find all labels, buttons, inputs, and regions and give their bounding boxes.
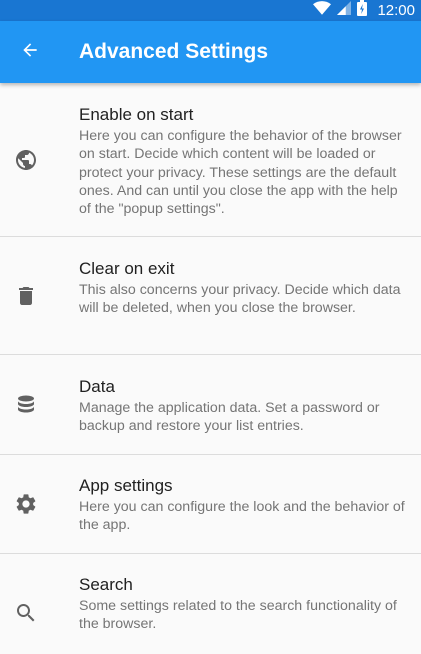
wifi-icon [313,1,332,20]
app-bar: Advanced Settings [0,21,421,83]
page-title: Advanced Settings [79,40,269,63]
settings-list: Enable on start Here you can configure t… [0,83,421,654]
item-title: Data [79,377,115,396]
settings-item-app-settings[interactable]: App settings Here you can configure the … [0,455,421,554]
settings-item-enable-on-start[interactable]: Enable on start Here you can configure t… [0,83,421,237]
status-icons: 12:00 [313,0,415,21]
settings-item-data[interactable]: Data Manage the application data. Set a … [0,355,421,455]
item-title: Search [79,575,133,594]
item-description: Some settings related to the search func… [79,598,397,633]
item-text: Search Some settings related to the sear… [79,574,411,634]
database-icon [14,393,38,417]
item-text: Data Manage the application data. Set a … [79,376,411,436]
item-description: Here you can configure the look and the … [79,499,405,534]
status-time: 12:00 [377,2,415,19]
trash-icon [14,284,38,308]
status-bar: 12:00 [0,0,421,21]
battery-icon [357,0,368,21]
globe-icon [14,148,38,172]
item-title: App settings [79,476,173,495]
item-text: App settings Here you can configure the … [79,475,411,535]
settings-item-clear-on-exit[interactable]: Clear on exit This also concerns your pr… [0,237,421,355]
item-title: Clear on exit [79,259,175,278]
back-button[interactable] [10,32,50,72]
gear-icon [14,492,38,516]
item-description: Here you can configure the behavior of t… [79,128,402,218]
cell-signal-icon [337,1,352,20]
item-description: This also concerns your privacy. Decide … [79,282,401,317]
item-title: Enable on start [79,105,194,124]
settings-item-search[interactable]: Search Some settings related to the sear… [0,554,421,654]
item-text: Enable on start Here you can configure t… [79,104,411,218]
item-text: Clear on exit This also concerns your pr… [79,258,411,318]
item-description: Manage the application data. Set a passw… [79,400,380,435]
arrow-back-icon [20,40,40,65]
search-icon [14,601,38,625]
